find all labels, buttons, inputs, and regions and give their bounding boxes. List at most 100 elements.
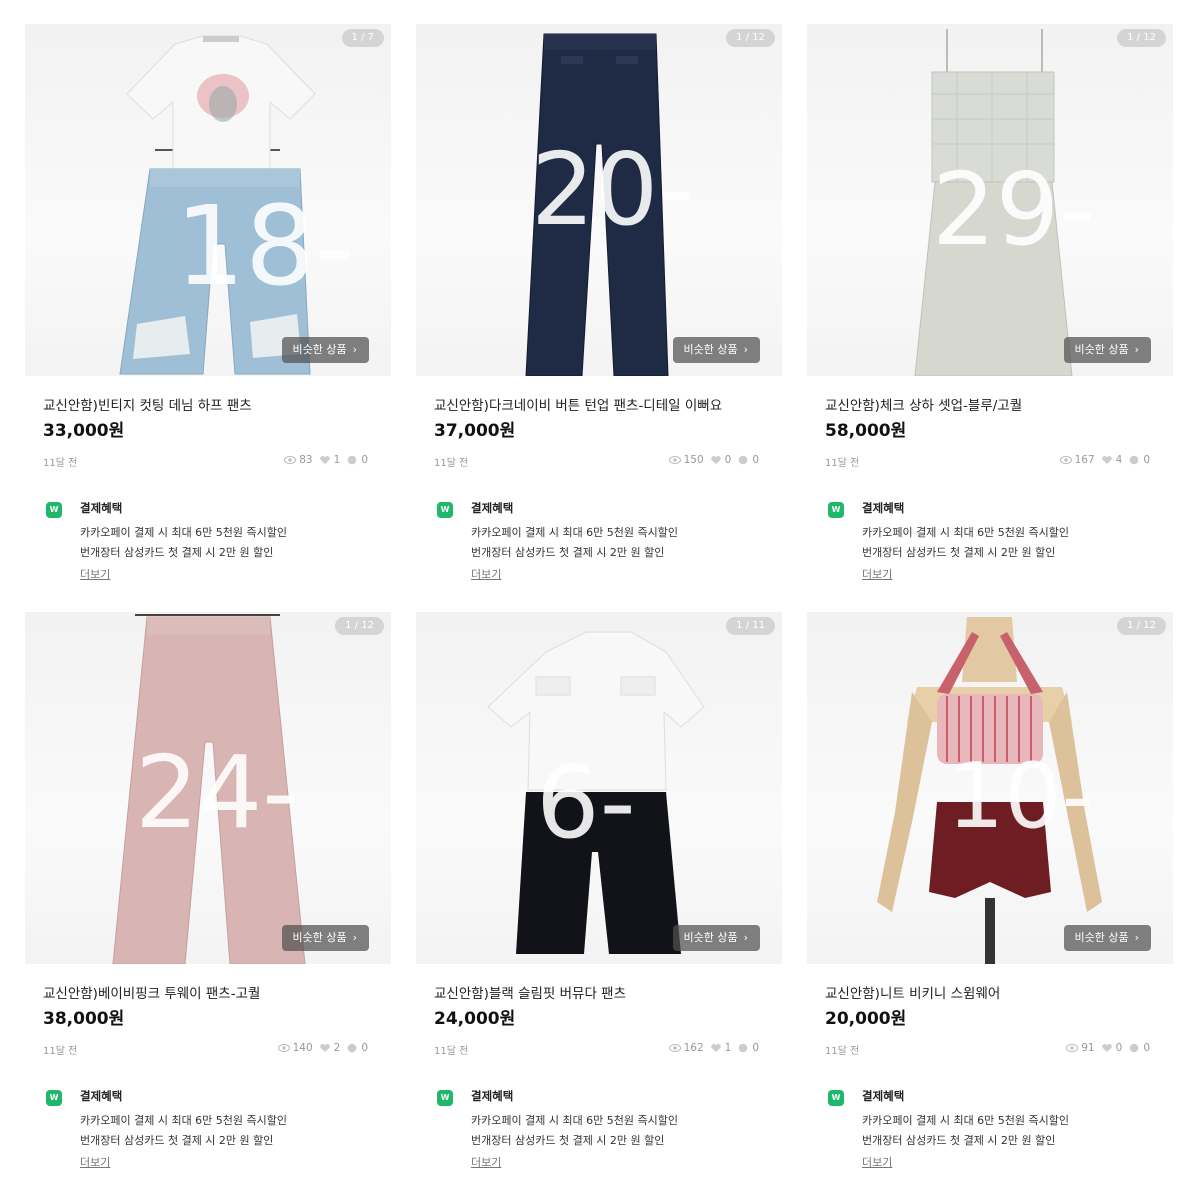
view-count: 162	[683, 1042, 704, 1054]
product-title[interactable]: 교신안함)베이비핑크 투웨이 팬츠-고퀄	[43, 982, 383, 1002]
eye-icon	[1066, 1044, 1079, 1052]
more-link[interactable]: 더보기	[80, 566, 110, 582]
pay-benefit-icon: W	[828, 502, 844, 518]
product-photo[interactable]: 29- 1 / 12 비슷한 상품 ›	[807, 24, 1173, 376]
product-photo[interactable]: 10- 1 / 12 비슷한 상품 ›	[807, 612, 1173, 964]
product-card[interactable]: 20- 1 / 12 비슷한 상품 › 교신안함)다크네이비 버튼 턴업 팬츠-디…	[416, 24, 782, 609]
benefit-line-kakaopay: 카카오페이 결제 시 최대 6만 5천원 즉시할인	[80, 526, 288, 539]
more-link[interactable]: 더보기	[471, 566, 501, 582]
product-photo[interactable]: 24- 1 / 12 비슷한 상품 ›	[25, 612, 391, 964]
chevron-right-icon: ›	[743, 931, 748, 944]
product-price: 33,000원	[43, 421, 125, 441]
product-price: 37,000원	[434, 421, 516, 441]
product-price: 38,000원	[43, 1009, 125, 1029]
heart-icon	[1101, 1044, 1112, 1052]
like-count: 2	[333, 1042, 341, 1054]
product-stats: 91 0 0	[1066, 1042, 1153, 1054]
like-count: 1	[333, 454, 341, 466]
pay-benefit-icon: W	[437, 502, 453, 518]
view-count: 150	[683, 454, 704, 466]
eye-icon	[277, 1044, 290, 1052]
more-link[interactable]: 더보기	[862, 1154, 892, 1170]
similar-products-button[interactable]: 비슷한 상품 ›	[282, 925, 369, 951]
chat-count: 0	[361, 1042, 368, 1054]
product-card[interactable]: 18- 1 / 7 비슷한 상품 › 교신안함)빈티지 컷팅 데님 하프 팬츠 3…	[25, 24, 391, 609]
similar-products-button[interactable]: 비슷한 상품 ›	[1064, 925, 1151, 951]
eye-icon	[284, 456, 297, 464]
product-price: 20,000원	[825, 1009, 907, 1029]
image-counter: 1 / 12	[726, 29, 775, 47]
product-title[interactable]: 교신안함)블랙 슬림핏 버뮤다 팬츠	[434, 982, 774, 1002]
product-stats: 140 2 0	[277, 1042, 371, 1054]
listed-time: 11달 전	[434, 1046, 469, 1057]
product-title[interactable]: 교신안함)다크네이비 버튼 턴업 팬츠-디테일 이뻐요	[434, 394, 774, 414]
benefit-title: 결제혜택	[80, 1089, 123, 1103]
similar-products-button[interactable]: 비슷한 상품 ›	[282, 337, 369, 363]
chevron-right-icon: ›	[1134, 343, 1139, 356]
eye-icon	[668, 456, 681, 464]
listed-time: 11달 전	[43, 1046, 78, 1057]
product-card[interactable]: 24- 1 / 12 비슷한 상품 › 교신안함)베이비핑크 투웨이 팬츠-고퀄 …	[25, 612, 391, 1197]
pay-benefit-icon: W	[828, 1090, 844, 1106]
listed-time: 11달 전	[825, 1046, 860, 1057]
image-counter: 1 / 12	[1117, 617, 1166, 635]
similar-products-button[interactable]: 비슷한 상품 ›	[673, 925, 760, 951]
benefit-line-samsungcard: 번개장터 삼성카드 첫 결제 시 2만 원 할인	[80, 1134, 274, 1147]
product-card[interactable]: 29- 1 / 12 비슷한 상품 › 교신안함)체크 상하 셋업-블루/고퀄 5…	[807, 24, 1173, 609]
more-link[interactable]: 더보기	[862, 566, 892, 582]
benefit-line-samsungcard: 번개장터 삼성카드 첫 결제 시 2만 원 할인	[471, 1134, 665, 1147]
watermark-text: 18-	[175, 182, 355, 310]
eye-icon	[668, 1044, 681, 1052]
product-photo[interactable]: 6- 1 / 11 비슷한 상품 ›	[416, 612, 782, 964]
benefit-line-kakaopay: 카카오페이 결제 시 최대 6만 5천원 즉시할인	[471, 526, 679, 539]
like-count: 1	[724, 1042, 732, 1054]
eye-icon	[1059, 456, 1072, 464]
product-stats: 162 1 0	[668, 1042, 762, 1054]
product-photo[interactable]: 20- 1 / 12 비슷한 상품 ›	[416, 24, 782, 376]
view-count: 91	[1081, 1042, 1095, 1054]
product-price: 58,000원	[825, 421, 907, 441]
watermark-text: 6-	[536, 744, 636, 861]
benefit-title: 결제혜택	[471, 501, 514, 515]
more-link[interactable]: 더보기	[80, 1154, 110, 1170]
benefit-title: 결제혜택	[80, 501, 123, 515]
benefit-line-samsungcard: 번개장터 삼성카드 첫 결제 시 2만 원 할인	[862, 1134, 1056, 1147]
similar-products-button[interactable]: 비슷한 상품 ›	[1064, 337, 1151, 363]
chat-icon	[348, 455, 357, 465]
chevron-right-icon: ›	[352, 343, 357, 356]
image-counter: 1 / 11	[726, 617, 775, 635]
product-title[interactable]: 교신안함)빈티지 컷팅 데님 하프 팬츠	[43, 394, 383, 414]
benefit-title: 결제혜택	[862, 1089, 905, 1103]
product-photo[interactable]: 18- 1 / 7 비슷한 상품 ›	[25, 24, 391, 376]
chat-icon	[1130, 455, 1139, 465]
pay-benefit-icon: W	[46, 1090, 62, 1106]
more-link[interactable]: 더보기	[471, 1154, 501, 1170]
benefit-line-samsungcard: 번개장터 삼성카드 첫 결제 시 2만 원 할인	[80, 546, 274, 559]
listed-time: 11달 전	[43, 458, 78, 469]
view-count: 140	[292, 1042, 313, 1054]
heart-icon	[710, 1044, 721, 1052]
heart-icon	[319, 456, 330, 464]
chevron-right-icon: ›	[352, 931, 357, 944]
benefit-line-samsungcard: 번개장터 삼성카드 첫 결제 시 2만 원 할인	[862, 546, 1056, 559]
image-counter: 1 / 7	[341, 29, 384, 47]
pay-benefit-icon: W	[437, 1090, 453, 1106]
product-stats: 150 0 0	[668, 454, 762, 466]
product-title[interactable]: 교신안함)체크 상하 셋업-블루/고퀄	[825, 394, 1165, 414]
benefit-line-kakaopay: 카카오페이 결제 시 최대 6만 5천원 즉시할인	[471, 1114, 679, 1127]
heart-icon	[710, 456, 721, 464]
product-card[interactable]: 10- 1 / 12 비슷한 상품 › 교신안함)니트 비키니 스윔웨어 20,0…	[807, 612, 1173, 1197]
chat-icon	[739, 455, 748, 465]
image-counter: 1 / 12	[335, 617, 384, 635]
product-title[interactable]: 교신안함)니트 비키니 스윔웨어	[825, 982, 1165, 1002]
benefit-line-kakaopay: 카카오페이 결제 시 최대 6만 5천원 즉시할인	[80, 1114, 288, 1127]
product-stats: 167 4 0	[1059, 454, 1153, 466]
chevron-right-icon: ›	[1134, 931, 1139, 944]
view-count: 167	[1074, 454, 1095, 466]
benefit-line-samsungcard: 번개장터 삼성카드 첫 결제 시 2만 원 할인	[471, 546, 665, 559]
watermark-text: 24-	[135, 734, 298, 851]
watermark-text: 20-	[531, 131, 694, 248]
pay-benefit-icon: W	[46, 502, 62, 518]
product-card[interactable]: 6- 1 / 11 비슷한 상품 › 교신안함)블랙 슬림핏 버뮤다 팬츠 24,…	[416, 612, 782, 1197]
similar-products-button[interactable]: 비슷한 상품 ›	[673, 337, 760, 363]
